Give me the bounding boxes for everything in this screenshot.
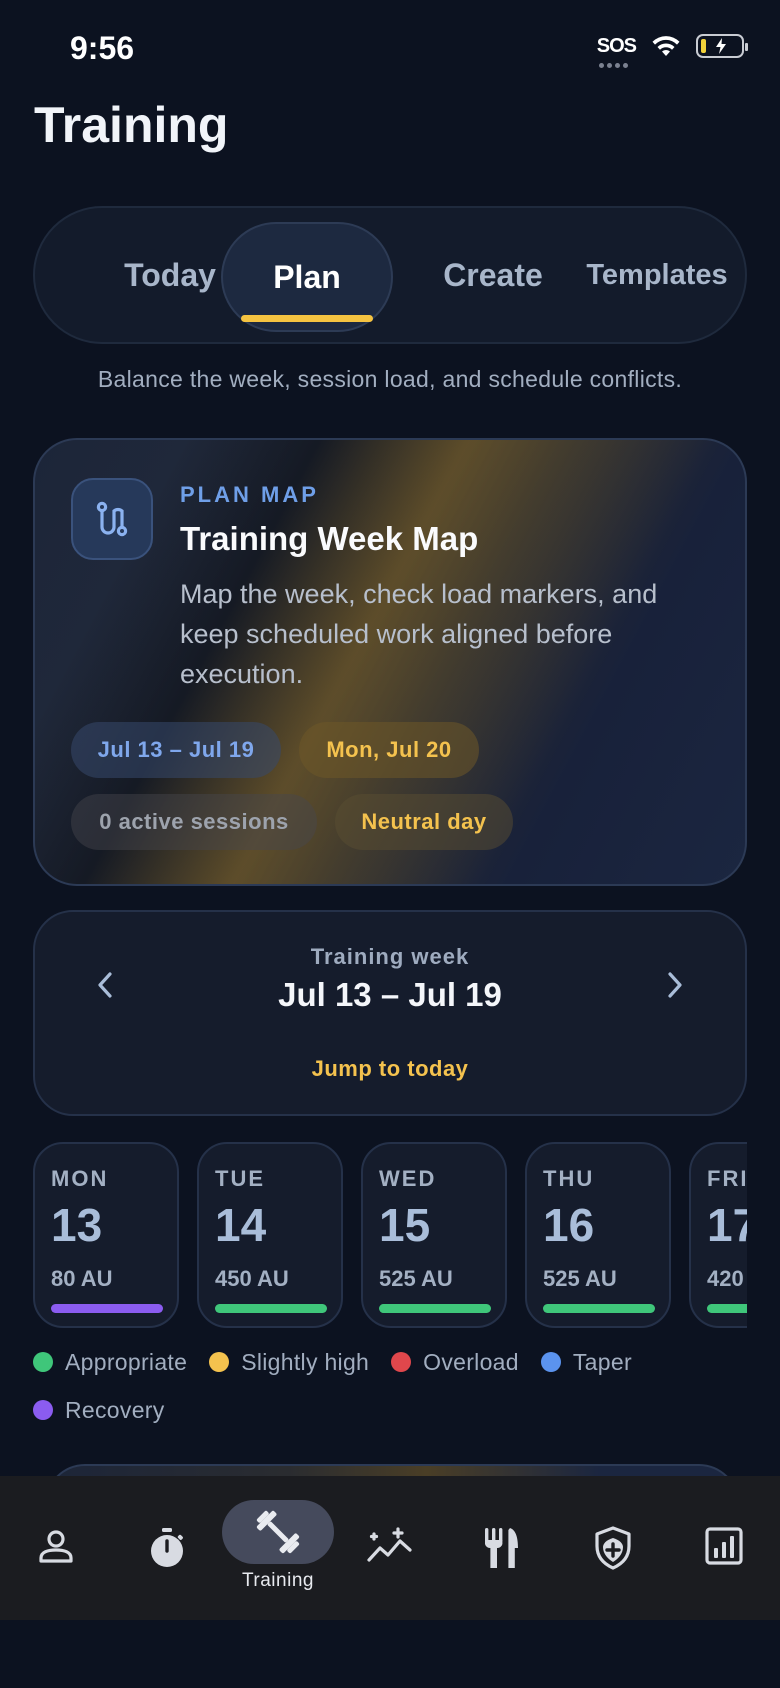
load-status-bar <box>379 1304 491 1313</box>
day-name: TUE <box>215 1166 265 1191</box>
day-name: MON <box>51 1166 109 1191</box>
nav-progress[interactable] <box>340 1476 440 1620</box>
chevron-right-icon <box>668 972 682 998</box>
legend-label: Appropriate <box>65 1348 188 1375</box>
status-icons: SOS <box>596 34 748 68</box>
day-name: THU <box>543 1166 595 1191</box>
tab-plan[interactable]: Plan <box>221 222 393 332</box>
sos-indicator: SOS <box>596 34 637 68</box>
status-time: 9:56 <box>70 30 135 66</box>
sos-label: SOS <box>596 34 637 57</box>
trend-sparkle-icon <box>367 1527 412 1562</box>
day-card-fri[interactable]: FRI 17 420 AU <box>689 1142 747 1328</box>
nav-health[interactable] <box>563 1476 663 1620</box>
nav-training-label: Training <box>242 1570 314 1591</box>
active-tab-underline <box>241 315 373 322</box>
day-number: 13 <box>51 1199 103 1251</box>
jump-to-today-button[interactable]: Jump to today <box>35 1056 745 1082</box>
legend-dot <box>33 1400 53 1420</box>
route-icon <box>71 478 153 560</box>
home-indicator-area <box>0 1620 780 1688</box>
tab-plan-label: Plan <box>273 258 341 295</box>
load-legend: Appropriate Slightly high Overload Taper… <box>33 1348 753 1424</box>
legend-item-overload: Overload <box>391 1348 519 1376</box>
bottom-navigation: Training <box>0 1476 780 1620</box>
today-date-chip: Mon, Jul 20 <box>299 722 479 778</box>
load-status-bar <box>51 1304 163 1313</box>
legend-label: Taper <box>572 1348 632 1375</box>
week-range: Jul 13 – Jul 19 <box>278 976 502 1013</box>
bar-chart-icon <box>705 1527 743 1565</box>
load-status-bar <box>215 1304 327 1313</box>
tab-templates[interactable]: Templates <box>571 208 743 342</box>
shield-plus-icon <box>595 1526 631 1570</box>
segmented-tabs: Today Plan Create Templates <box>33 206 747 344</box>
plan-map-card[interactable]: PLAN MAP Training Week Map Map the week,… <box>33 438 747 886</box>
legend-dot <box>540 1352 561 1372</box>
page-subtitle: Balance the week, session load, and sche… <box>97 366 683 392</box>
day-load: 450 AU <box>215 1266 289 1291</box>
fork-knife-icon <box>485 1528 518 1568</box>
next-week-button[interactable] <box>655 960 695 1010</box>
day-card-wed[interactable]: WED 15 525 AU <box>361 1142 507 1328</box>
profile-icon <box>39 1530 73 1563</box>
week-label: Training week <box>310 944 470 969</box>
legend-label: Slightly high <box>241 1348 370 1375</box>
day-name: FRI <box>707 1166 747 1191</box>
plan-description: Map the week, check load markers, and ke… <box>180 579 658 689</box>
legend-item-taper: Taper <box>540 1348 632 1376</box>
day-name: WED <box>379 1166 437 1191</box>
load-status-bar <box>543 1304 655 1313</box>
dumbbell-icon <box>256 1510 300 1554</box>
nav-stopwatch[interactable] <box>117 1476 217 1620</box>
day-number: 14 <box>215 1199 267 1251</box>
day-card-tue[interactable]: TUE 14 450 AU <box>197 1142 343 1328</box>
legend-dot <box>33 1352 53 1372</box>
day-card-thu[interactable]: THU 16 525 AU <box>525 1142 671 1328</box>
day-number: 16 <box>543 1199 595 1251</box>
legend-item-slightly-high: Slightly high <box>209 1348 369 1376</box>
active-sessions-chip: 0 active sessions <box>71 794 317 850</box>
day-number: 15 <box>379 1199 431 1251</box>
day-load: 525 AU <box>379 1266 453 1291</box>
day-status-chip: Neutral day <box>335 794 513 850</box>
stopwatch-icon <box>151 1528 183 1567</box>
week-range-chip: Jul 13 – Jul 19 <box>71 722 281 778</box>
day-load: 525 AU <box>543 1266 617 1291</box>
nav-training[interactable] <box>222 1500 334 1564</box>
battery-icon <box>696 34 748 58</box>
day-number: 17 <box>707 1199 747 1251</box>
day-load: 80 AU <box>51 1266 113 1291</box>
plan-eyebrow: PLAN MAP <box>180 482 319 507</box>
plan-title: Training Week Map <box>180 520 479 557</box>
legend-label: Recovery <box>65 1396 165 1423</box>
nav-analytics[interactable] <box>674 1476 774 1620</box>
legend-dot <box>391 1352 412 1372</box>
wifi-icon <box>652 36 680 56</box>
tab-create[interactable]: Create <box>413 208 573 342</box>
week-navigator: Training week Jul 13 – Jul 19 Jump to to… <box>33 910 747 1116</box>
day-load: 420 AU <box>707 1266 747 1291</box>
nav-nutrition[interactable] <box>452 1476 552 1620</box>
page-title: Training <box>34 97 229 153</box>
legend-item-recovery: Recovery <box>33 1396 165 1424</box>
nav-profile[interactable] <box>6 1476 106 1620</box>
day-card-mon[interactable]: MON 13 80 AU <box>33 1142 179 1328</box>
legend-item-appropriate: Appropriate <box>33 1348 187 1376</box>
day-strip: MON 13 80 AU TUE 14 450 AU WED 15 525 AU… <box>33 1142 747 1330</box>
legend-dot <box>209 1352 230 1372</box>
load-status-bar <box>707 1304 747 1313</box>
legend-label: Overload <box>423 1348 519 1375</box>
